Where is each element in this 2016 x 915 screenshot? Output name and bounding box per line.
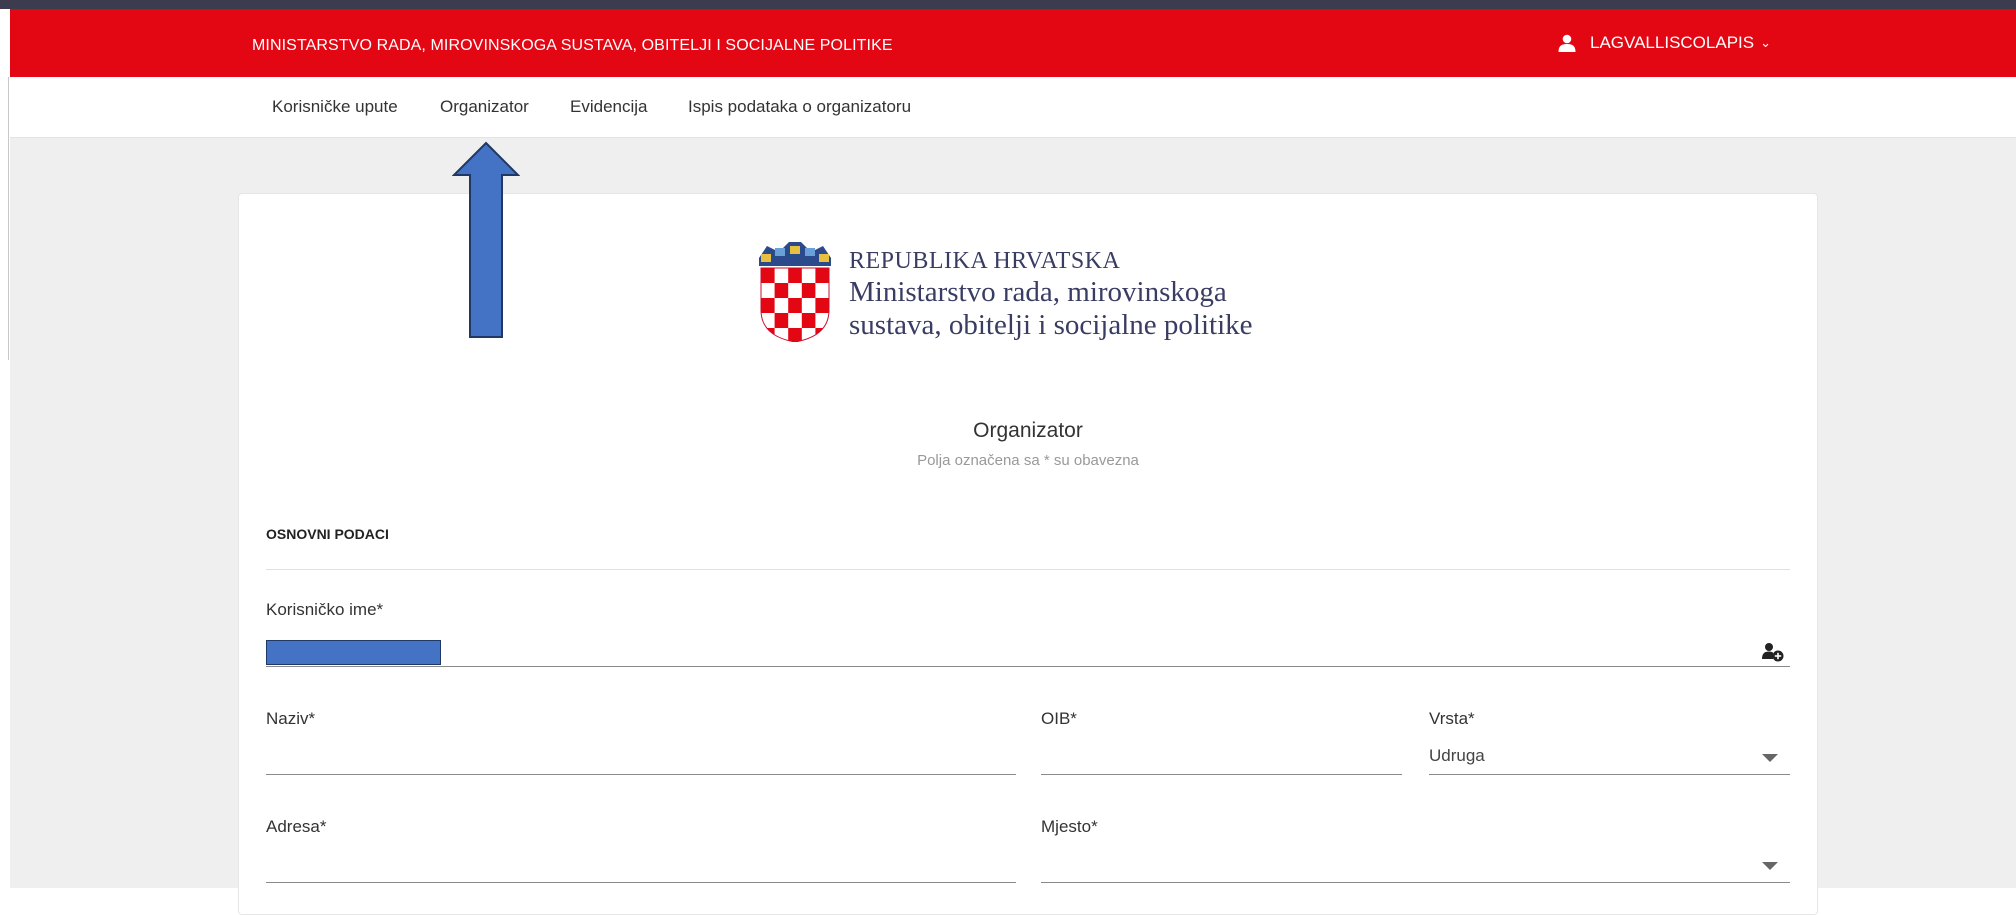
form-title: Organizator [973,419,1083,442]
username: LAGVALLISCOLAPIS [1590,33,1755,52]
section-divider [266,569,1790,570]
ministry-title: MINISTARSTVO RADA, MIROVINSKOGA SUSTAVA,… [252,37,893,54]
user-menu[interactable]: LAGVALLISCOLAPIS ⌄ [1558,33,1771,53]
croatian-coat-of-arms-icon [759,242,831,342]
window-top-strip [0,0,2016,9]
user-add-icon[interactable] [1762,642,1784,662]
oib-label: OIB* [1041,709,1077,728]
required-fields-hint: Polja označena sa * su obavezna [917,452,1139,469]
redacted-username-box [266,640,441,665]
korisnicko-ime-field[interactable] [266,630,1790,667]
chevron-down-icon: ⌄ [1760,35,1772,50]
vrsta-value: Udruga [1429,746,1485,765]
section-heading-osnovni-podaci: OSNOVNI PODACI [266,526,389,542]
korisnicko-ime-label: Korisničko ime* [266,600,384,619]
top-header-bar: MINISTARSTVO RADA, MIROVINSKOGA SUSTAVA,… [10,9,2016,77]
naziv-label: Naziv* [266,709,316,728]
mjesto-select[interactable] [1041,846,1790,883]
window-left-edge [8,77,9,360]
ministry-logo: REPUBLIKA HRVATSKA Ministarstvo rada, mi… [755,238,1315,348]
up-arrow-annotation [452,141,520,338]
oib-field[interactable] [1041,738,1402,775]
dropdown-caret-icon [1762,862,1778,870]
vrsta-label: Vrsta* [1429,709,1475,728]
vrsta-select[interactable]: Udruga [1429,738,1790,775]
logo-line-1: REPUBLIKA HRVATSKA [849,248,1121,274]
adresa-label: Adresa* [266,817,327,836]
app-frame: MINISTARSTVO RADA, MIROVINSKOGA SUSTAVA,… [10,9,2016,915]
nav-item-organizator[interactable]: Organizator [440,97,529,117]
naziv-field[interactable] [266,738,1016,775]
nav-item-ispis-podataka[interactable]: Ispis podataka o organizatoru [688,97,911,117]
mjesto-label: Mjesto* [1041,817,1098,836]
logo-line-2: Ministarstvo rada, mirovinskoga [849,276,1227,308]
logo-line-3: sustava, obitelji i socijalne politike [849,309,1253,341]
dropdown-caret-icon [1762,754,1778,762]
nav-item-evidencija[interactable]: Evidencija [570,97,648,117]
main-nav: Korisničke upute Organizator Evidencija … [10,77,2016,138]
nav-item-korisnicke-upute[interactable]: Korisničke upute [272,97,398,117]
adresa-field[interactable] [266,846,1016,883]
user-icon [1558,34,1576,52]
